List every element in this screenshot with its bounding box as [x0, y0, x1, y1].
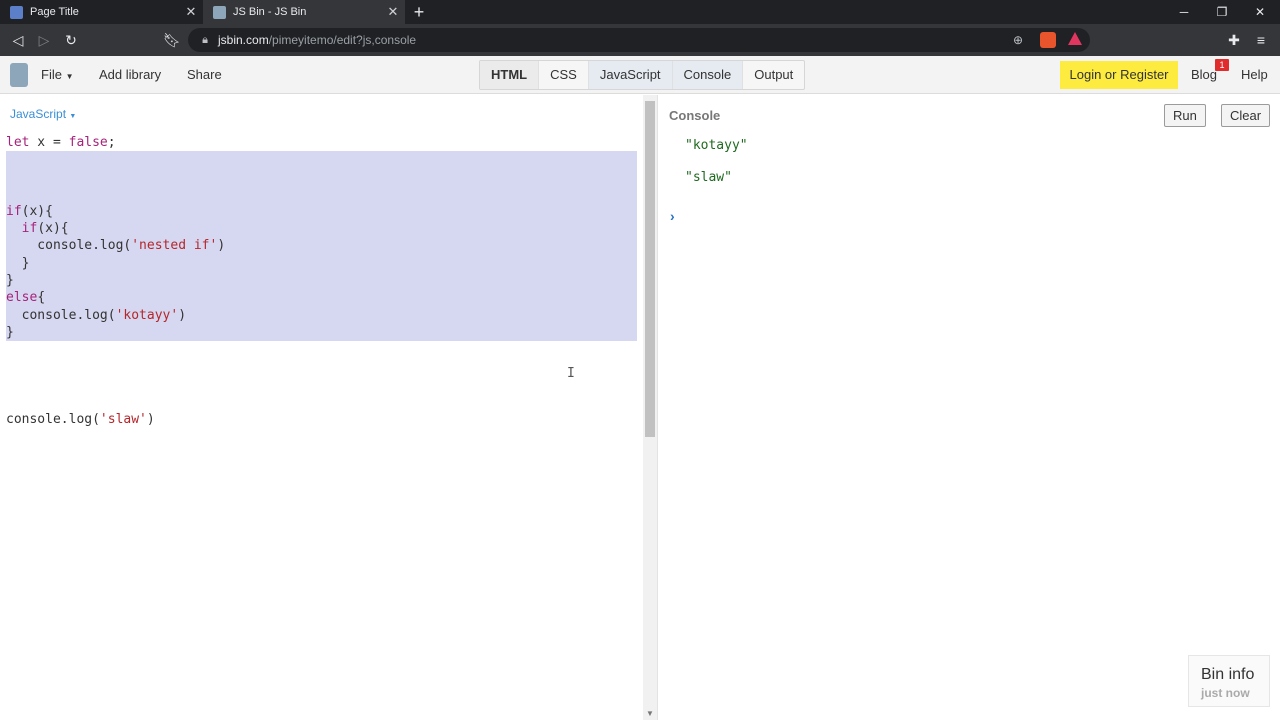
url-path: /pimeyitemo/edit?js,console [268, 33, 417, 47]
panel-console-button[interactable]: Console [672, 61, 744, 89]
bin-info-panel[interactable]: Bin info just now [1188, 655, 1270, 707]
panel-toggle-group: HTML CSS JavaScript Console Output [479, 60, 806, 90]
panel-html-button[interactable]: HTML [480, 61, 540, 89]
close-window-icon[interactable]: ✕ [1241, 0, 1279, 24]
run-button[interactable]: Run [1164, 104, 1206, 127]
back-icon[interactable]: ◁ [6, 28, 30, 52]
language-selector[interactable]: JavaScript ▼ [10, 107, 76, 121]
console-prompt-icon[interactable]: › [670, 208, 675, 224]
file-label: File [41, 67, 62, 82]
file-menu[interactable]: File ▼ [41, 56, 74, 96]
login-register-button[interactable]: Login or Register [1060, 61, 1178, 89]
editor-scrollbar[interactable]: ▼ [643, 95, 657, 720]
brave-rewards-icon[interactable] [1068, 32, 1082, 45]
share-button[interactable]: Share [187, 56, 222, 94]
code-line-6: if(x){ [21, 221, 69, 236]
add-library-button[interactable]: Add library [99, 56, 161, 94]
jsbin-toolbar: File ▼ Add library Share HTML CSS JavaSc… [0, 56, 1280, 94]
url-field[interactable]: 🔒︎ jsbin.com/pimeyitemo/edit?js,console … [188, 28, 1090, 52]
browser-menu-icon[interactable]: ≡ [1249, 28, 1273, 52]
blog-link[interactable]: Blog [1191, 56, 1217, 94]
language-label: JavaScript [10, 107, 67, 121]
clear-button[interactable]: Clear [1221, 104, 1271, 127]
code-line-9: } [6, 273, 14, 288]
code-line-17: console.log('slaw') [6, 412, 155, 427]
console-output-line: "kotayy" [685, 138, 748, 153]
lock-icon: 🔒︎ [202, 34, 208, 46]
code-line-11: console.log('kotayy') [6, 308, 187, 323]
tab-title: Page Title [30, 6, 79, 18]
console-panel: Console Run Clear "kotayy" "slaw" › Bin … [657, 95, 1280, 720]
close-tab-icon[interactable]: ✕ [182, 4, 200, 20]
text-cursor-icon: I [567, 366, 575, 381]
panel-css-button[interactable]: CSS [539, 61, 589, 89]
tab-title: JS Bin - JS Bin [233, 6, 307, 18]
code-line-10: else{ [6, 290, 46, 305]
bin-info-title: Bin info [1201, 666, 1255, 683]
console-title: Console [669, 108, 721, 123]
caret-down-icon: ▼ [69, 113, 77, 120]
code-line-7: console.log('nested if') [6, 238, 226, 253]
shield-favicon-icon [10, 5, 23, 19]
browser-tab-jsbin[interactable]: JS Bin - JS Bin ✕ [203, 0, 405, 24]
bookmark-icon[interactable]: 🔖︎ [160, 28, 184, 52]
reload-icon[interactable]: ↻ [59, 28, 83, 52]
restore-icon[interactable]: ❐ [1203, 0, 1241, 24]
forward-icon[interactable]: ▷ [32, 28, 56, 52]
scroll-down-icon[interactable]: ▼ [646, 709, 654, 718]
new-tab-icon[interactable]: + [409, 2, 429, 22]
code-line-8: } [6, 256, 30, 271]
browser-tab-page-title[interactable]: Page Title ✕ [0, 0, 203, 24]
code-line-12: } [6, 325, 14, 340]
zoom-icon[interactable]: ⊕ [1010, 32, 1026, 48]
jsbin-logo-icon[interactable] [10, 63, 28, 87]
bin-info-subtitle: just now [1201, 686, 1250, 700]
caret-down-icon: ▼ [65, 72, 74, 81]
url-host: jsbin.com [218, 33, 269, 47]
panel-output-button[interactable]: Output [743, 61, 804, 89]
blog-notification-badge: 1 [1215, 59, 1229, 71]
minimize-icon[interactable]: ─ [1165, 0, 1203, 24]
browser-address-bar: ◁ ▷ ↻ 🔖︎ 🔒︎ jsbin.com/pimeyitemo/edit?js… [0, 24, 1280, 56]
console-output-line: "slaw" [685, 170, 732, 185]
javascript-editor[interactable]: JavaScript ▼ let x = false; if(x){ if(x)… [0, 95, 640, 720]
browser-tab-bar: Page Title ✕ JS Bin - JS Bin ✕ + ─ ❐ ✕ [0, 0, 1280, 24]
code-line-1: let x = false; [6, 135, 116, 150]
help-link[interactable]: Help [1241, 56, 1268, 94]
code-line-5: if(x){ [6, 204, 53, 219]
scrollbar-thumb[interactable] [645, 101, 655, 437]
brave-shield-icon[interactable] [1040, 32, 1056, 48]
close-tab-icon[interactable]: ✕ [384, 4, 402, 20]
extensions-icon[interactable]: ✚ [1222, 28, 1246, 52]
panel-javascript-button[interactable]: JavaScript [588, 61, 673, 89]
jsbin-favicon-icon [213, 5, 226, 19]
